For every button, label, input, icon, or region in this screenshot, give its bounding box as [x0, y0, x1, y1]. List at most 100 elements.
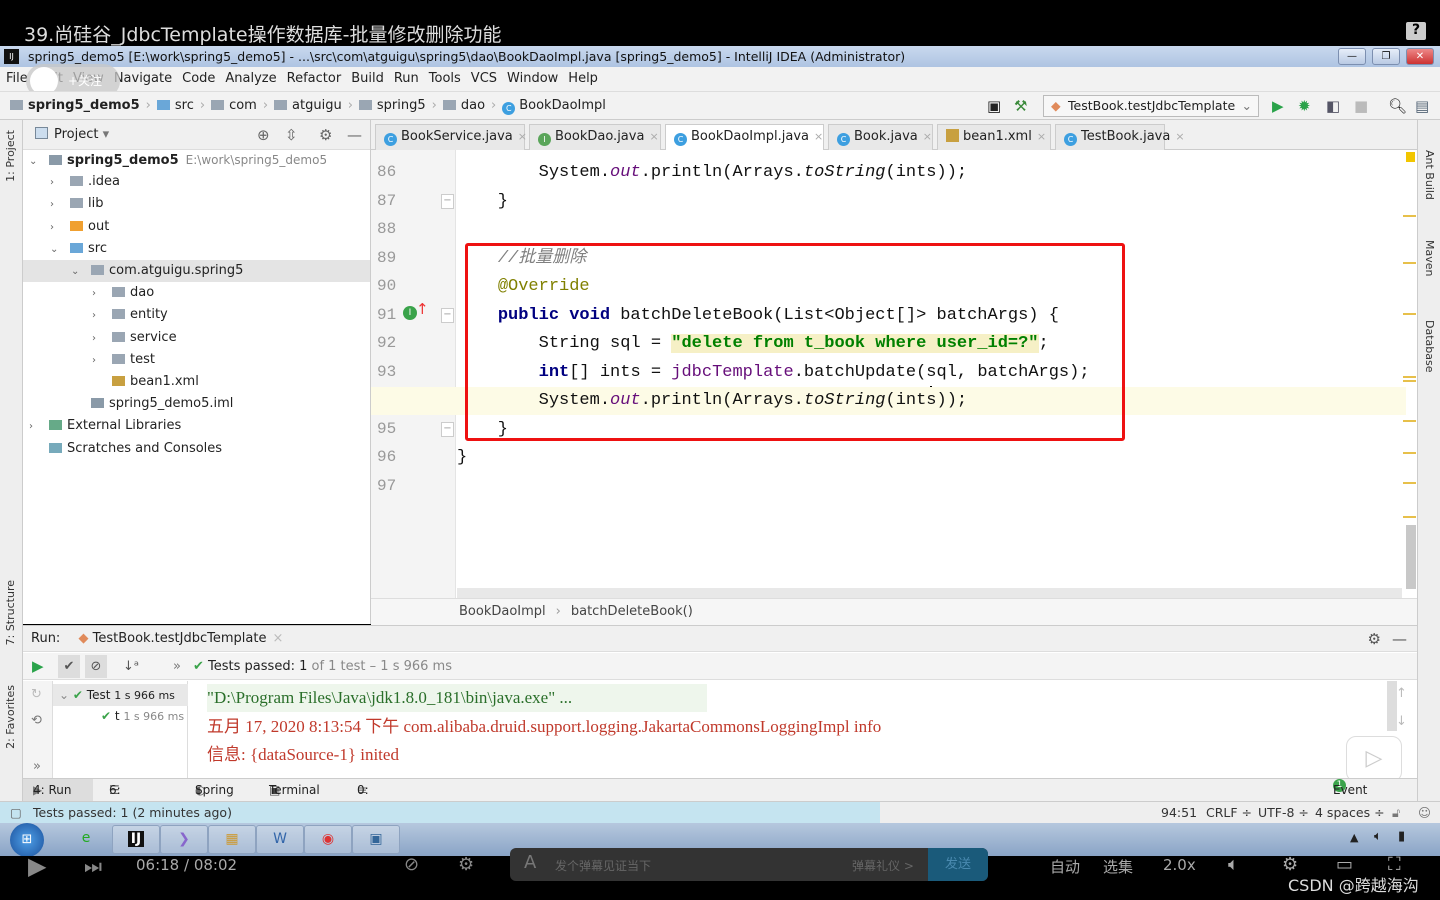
chevron-right-icon[interactable]: › [92, 350, 106, 372]
close-button[interactable]: ✕ [1406, 48, 1434, 65]
tree-item[interactable]: ⌄ com.atguigu.spring5 [23, 260, 370, 282]
coverage-icon[interactable]: ◧ [1326, 97, 1340, 115]
run-config-select[interactable]: ◆ TestBook.testJdbcTemplate ⌄ [1043, 95, 1259, 117]
tree-item[interactable]: › .idea [23, 171, 370, 193]
collapse-all-icon[interactable]: ⇳ [285, 120, 298, 150]
tree-item[interactable]: › service [23, 327, 370, 349]
test-tree-item[interactable]: ⌄ ✔ Test 1 s 966 ms [53, 684, 188, 706]
close-icon[interactable]: × [1037, 130, 1046, 143]
show-passed-toggle[interactable]: ✔ [58, 655, 80, 678]
tab-bookdao-java[interactable]: I BookDao.java × [529, 124, 661, 150]
menu-run[interactable]: Run [394, 71, 419, 86]
screen-recorder-icon[interactable]: ▣ [352, 825, 400, 854]
chevron-right-icon[interactable]: › [92, 283, 106, 305]
more-icon[interactable]: » [33, 759, 41, 774]
close-icon[interactable]: × [272, 631, 283, 646]
show-ignored-toggle[interactable]: ⊘ [85, 655, 107, 678]
close-icon[interactable]: × [814, 130, 823, 143]
close-icon[interactable]: × [518, 130, 527, 143]
breadcrumb-item[interactable]: spring5 [358, 92, 426, 120]
menu-navigate[interactable]: Navigate [114, 71, 172, 86]
chevron-right-icon[interactable]: › [50, 194, 64, 216]
tool-tab-run[interactable]: ▶ 4: Run [23, 779, 93, 802]
close-icon[interactable]: × [923, 130, 932, 143]
chevron-right-icon[interactable]: › [50, 172, 64, 194]
chevron-down-icon[interactable]: ⌄ [29, 151, 43, 173]
quality-button[interactable]: 自动 [1050, 856, 1080, 877]
menu-refactor[interactable]: Refactor [287, 71, 342, 86]
lock-icon[interactable]: 🔓︎ [1392, 802, 1400, 824]
file-encoding[interactable]: UTF-8 ÷ [1258, 802, 1309, 824]
project-view-select[interactable]: Project [54, 127, 98, 142]
menu-code[interactable]: Code [182, 71, 215, 86]
breadcrumb-class[interactable]: BookDaoImpl [459, 604, 546, 619]
inspection-indicator[interactable] [1406, 152, 1415, 162]
chevron-down-icon[interactable]: ▾ [103, 127, 110, 142]
favorites-tool-tab[interactable]: 2: Favorites [4, 685, 17, 749]
menu-tools[interactable]: Tools [429, 71, 461, 86]
breadcrumb-item[interactable]: src [156, 92, 194, 120]
rerun-failed-icon[interactable]: ↻ [31, 687, 42, 702]
danmu-style-icon[interactable]: A [524, 852, 536, 873]
hide-icon[interactable]: — [347, 120, 362, 150]
rerun-icon[interactable]: ▶ [32, 653, 44, 680]
breadcrumb-item[interactable]: atguigu [274, 92, 342, 120]
scroll-up-icon[interactable]: ↑ [1396, 686, 1407, 701]
search-icon[interactable]: 🔍︎ [1388, 97, 1407, 115]
test-tree-item[interactable]: ✔ t 1 s 966 ms [101, 706, 184, 727]
tab-testbook-java[interactable]: C TestBook.java × [1055, 124, 1185, 150]
tree-item[interactable]: bean1.xml [23, 371, 370, 393]
breadcrumb-item[interactable]: spring5_demo5 [10, 92, 140, 120]
tree-item[interactable]: Scratches and Consoles [23, 438, 370, 460]
tab-book-java[interactable]: C Book.java × [828, 124, 933, 150]
restore-button[interactable]: ❐ [1372, 48, 1400, 65]
breadcrumb-item[interactable]: com [211, 92, 257, 120]
bilibili-play-icon[interactable]: ▷ [1346, 736, 1402, 782]
tree-item[interactable]: › dao [23, 282, 370, 304]
menu-help[interactable]: Help [568, 71, 598, 86]
scroll-down-icon[interactable]: ↓ [1396, 714, 1407, 729]
editor-vertical-scrollbar[interactable] [1406, 525, 1416, 589]
minimize-icon[interactable]: — [1392, 626, 1407, 652]
caret-position[interactable]: 94:51 [1161, 802, 1197, 824]
code-line[interactable] [371, 216, 1406, 244]
danmu-toggle-icon[interactable]: ⊘ [404, 854, 419, 875]
gear-icon[interactable]: ⚙ [1368, 626, 1381, 652]
gear-icon[interactable]: ⚙ [319, 120, 332, 150]
project-structure-icon[interactable]: ▤ [1415, 97, 1429, 115]
run-icon[interactable]: ▶ [1272, 97, 1284, 115]
network-tray-icon[interactable]: ▮ [1398, 829, 1405, 844]
breadcrumb-item[interactable]: dao [442, 92, 485, 120]
chevron-right-icon[interactable]: › [50, 217, 64, 239]
menu-window[interactable]: Window [507, 71, 558, 86]
code-line[interactable] [371, 473, 1406, 501]
volume-icon[interactable]: 🔈︎ [1228, 854, 1239, 875]
tree-item[interactable]: › out [23, 216, 370, 238]
tree-item[interactable]: › entity [23, 304, 370, 326]
danmu-etiquette-link[interactable]: 弹幕礼仪 > [852, 857, 914, 874]
editor-horizontal-scrollbar[interactable] [457, 588, 1402, 598]
explorer-icon[interactable]: ▦ [208, 825, 256, 854]
app-task-icon[interactable]: ❯ [160, 825, 208, 854]
tray-expand-icon[interactable]: ▲ [1350, 831, 1358, 844]
structure-tool-tab[interactable]: 7: Structure [4, 580, 17, 645]
chrome-icon[interactable]: ◉ [304, 825, 352, 854]
tab-bookdaoimpl-java[interactable]: C BookDaoImpl.java × [665, 124, 824, 150]
tree-item[interactable]: ⌄ spring5_demo5 E:\work\spring5_demo5 [23, 149, 370, 171]
console-line[interactable]: 信息: {dataSource-1} inited [207, 741, 399, 769]
line-separator[interactable]: CRLF ÷ [1206, 802, 1252, 824]
danmu-settings-icon[interactable]: ⚙ [458, 854, 474, 875]
inspector-icon[interactable]: ☺ [1418, 802, 1431, 824]
code-line[interactable]: } [371, 188, 1406, 216]
menu-build[interactable]: Build [351, 71, 384, 86]
danmu-input[interactable]: A 发个弹幕见证当下 弹幕礼仪 > 发送 [510, 848, 988, 881]
build-hammer-icon[interactable]: ⚒ [1014, 97, 1027, 115]
chevron-down-icon[interactable]: ⌄ [71, 261, 85, 283]
tree-item[interactable]: › test [23, 349, 370, 371]
intellij-task-icon[interactable]: IJ [112, 825, 160, 854]
tab-bean1-xml[interactable]: bean1.xml × [937, 124, 1051, 150]
menu-vcs[interactable]: VCS [471, 71, 497, 86]
ant-build-tool-tab[interactable]: Ant Build [1423, 150, 1436, 200]
tree-item[interactable]: ⌄ src [23, 238, 370, 260]
code-line[interactable]: System.out.println(Arrays.toString(ints)… [371, 159, 1406, 187]
